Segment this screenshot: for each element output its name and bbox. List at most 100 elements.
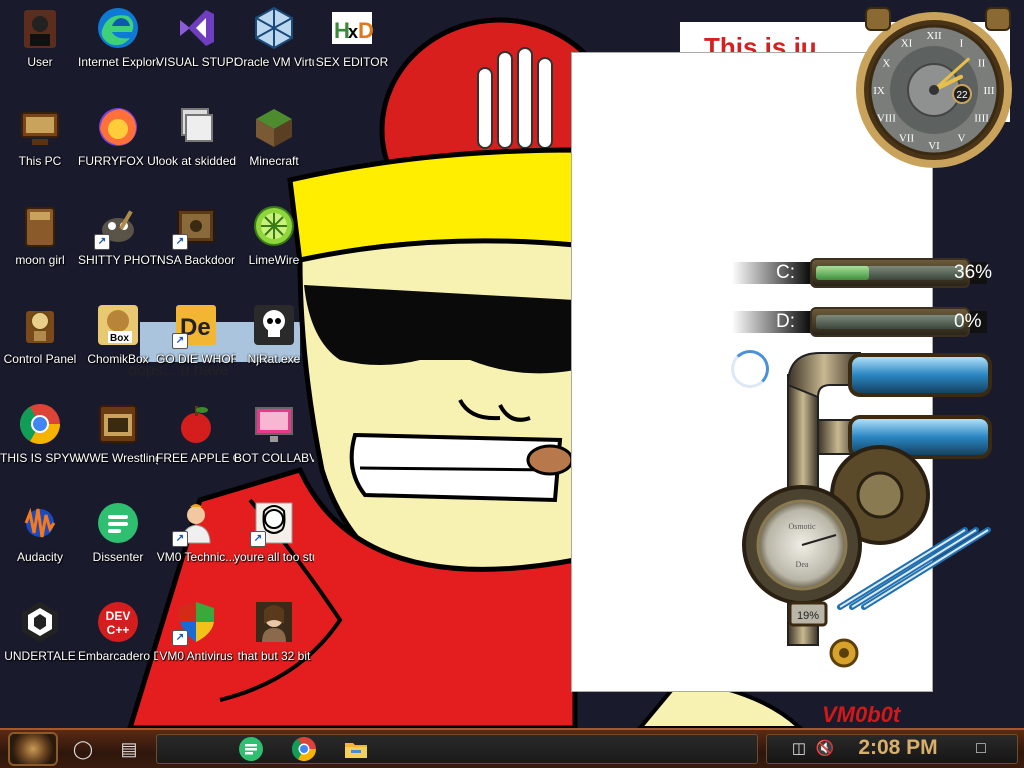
desktop-icon-label: SEX EDITOR: [315, 55, 389, 69]
desktop-icon-audacity[interactable]: Audacity: [0, 499, 80, 566]
clock-numeral: IX: [873, 85, 885, 97]
desktop-icon-limewire[interactable]: LimeWire: [234, 202, 314, 269]
clock-numeral: X: [882, 58, 890, 70]
desktop-icon-chrome[interactable]: THIS IS SPYWARE: [0, 400, 80, 467]
desktop-icon-folder-copy[interactable]: look at skidded c...: [156, 103, 236, 170]
desktop-icon-label: VM0 Technic...: [156, 550, 236, 564]
desktop-icon-label: NjRat.exe: [247, 352, 301, 366]
control-panel-icon: [16, 301, 64, 349]
desktop-icon-control-panel[interactable]: Control Panel: [0, 301, 80, 368]
folder-icon: [16, 202, 64, 250]
dissenter-taskbar-app[interactable]: [236, 734, 266, 764]
desktop[interactable]: This is ju oops... u have VM0b0t XII I I…: [0, 0, 1024, 728]
notification-icon[interactable]: □: [966, 734, 996, 764]
desktop-icon-wrestling-game[interactable]: WWE Wrestling: [78, 400, 158, 467]
desktop-icon-label: VM0 Antivirus: [159, 649, 233, 663]
clock-numeral: V: [958, 133, 966, 145]
desktop-icon-label: VISUAL STUPI...: [156, 55, 236, 69]
desktop-icon-edge-browser[interactable]: Internet Explorer: [78, 4, 158, 71]
desktop-icon-label: BOT COLLABVM...: [234, 451, 314, 465]
devcpp-icon: DEV C++: [94, 598, 142, 646]
task-view-icon[interactable]: ▤: [114, 734, 144, 764]
clock-numeral: XII: [926, 30, 942, 42]
desktop-icon-minecraft[interactable]: Minecraft: [234, 103, 314, 170]
desktop-icon-gimp[interactable]: ↗ SHITTY PHOTOSH...: [78, 202, 158, 269]
apple-icon: [172, 400, 220, 448]
svg-text:x: x: [348, 22, 358, 42]
backdoor-folder-icon: ↗: [172, 202, 220, 250]
clock-numeral: VI: [928, 140, 940, 152]
desktop-icon-label: Internet Explorer: [78, 55, 158, 69]
visual-studio-icon: [172, 4, 220, 52]
desktop-icon-apple[interactable]: FREE APPLE GIFT CAR...: [156, 400, 236, 467]
desktop-icon-backdoor-folder[interactable]: ↗ NSA Backdoor: [156, 202, 236, 269]
desktop-icon-label: UNDERTALE: [4, 649, 76, 663]
chrome-taskbar-app[interactable]: [289, 734, 319, 764]
desktop-icon-label: youre all too stupid to r...: [234, 550, 314, 564]
drive-c-fill: [816, 266, 869, 280]
gauge-dial-bottom-text: Dea: [796, 560, 809, 569]
volume-muted-icon[interactable]: 🔇: [810, 734, 840, 764]
start-button[interactable]: [8, 732, 58, 766]
virtualbox-icon: [250, 4, 298, 52]
folder-copy-icon: [172, 103, 220, 151]
desktop-icon-folder[interactable]: moon girl: [0, 202, 80, 269]
svg-text:DEV: DEV: [106, 609, 131, 623]
desktop-icon-monitor-app[interactable]: BOT COLLABVM...: [234, 400, 314, 467]
desktop-icon-label: Embarcadero Dev-C++: [78, 649, 158, 663]
desktop-icon-label: THIS IS SPYWARE: [0, 451, 80, 465]
portrait-icon: ↗: [250, 499, 298, 547]
clock-numeral: I: [960, 37, 964, 49]
desktop-icon-label: NSA Backdoor: [156, 253, 236, 267]
circle-search-icon[interactable]: ◯: [68, 734, 98, 764]
desktop-icon-label: SHITTY PHOTOSH...: [78, 253, 158, 267]
desktop-icon-label: Dissenter: [92, 550, 144, 564]
desktop-icon-label: WWE Wrestling: [78, 451, 158, 465]
clock-numeral: III: [984, 85, 995, 97]
computer-icon: [16, 103, 64, 151]
pipe-gauge-widget: Osmotic Dea 19%: [742, 352, 992, 668]
desktop-icon-visual-studio[interactable]: VISUAL STUPI...: [156, 4, 236, 71]
desktop-icon-skull[interactable]: NjRat.exe: [234, 301, 314, 368]
desktop-icon-user-folder[interactable]: User: [0, 4, 80, 71]
desktop-icon-label: Oracle VM VirtualBox: [234, 55, 314, 69]
desktop-icon-label: Audacity: [16, 550, 64, 564]
desktop-icon-label: FREE APPLE GIFT CAR...: [156, 451, 236, 465]
desktop-icon-portrait[interactable]: ↗ youre all too stupid to r...: [234, 499, 314, 566]
desktop-icon-devcpp[interactable]: DEVC++ Embarcadero Dev-C++: [78, 598, 158, 665]
desktop-icon-shield[interactable]: ↗ VM0 Antivirus: [156, 598, 236, 665]
shortcut-arrow-icon: ↗: [172, 333, 188, 349]
clock-widget[interactable]: XIIIIIIIIIIIIVVIVIIVIIIIXXXI 22: [852, 6, 1020, 172]
drive-c-label: C:: [776, 262, 795, 283]
desktop-icon-firefox[interactable]: FURRYFOX UWU: [78, 103, 158, 170]
desktop-icon-technician[interactable]: ↗ VM0 Technic...: [156, 499, 236, 566]
desktop-icon-label: ChomikBox: [87, 352, 149, 366]
clock-numeral: IIII: [974, 113, 989, 125]
audacity-icon: [16, 499, 64, 547]
shortcut-arrow-icon: ↗: [172, 234, 188, 250]
file-explorer-taskbar-app[interactable]: [341, 734, 371, 764]
desktop-icon-label: LimeWire: [248, 253, 300, 267]
painting-portrait-icon: [250, 598, 298, 646]
monitor-app-icon: [250, 400, 298, 448]
desktop-icon-painting-portrait[interactable]: that but 32 bit: [234, 598, 314, 665]
desktop-icon-virtualbox[interactable]: Oracle VM VirtualBox: [234, 4, 314, 71]
desktop-icon-label: User: [27, 55, 53, 69]
skull-icon: [250, 301, 298, 349]
dissenter-icon: [94, 499, 142, 547]
shortcut-arrow-icon: ↗: [172, 630, 188, 646]
desktop-icon-godie[interactable]: De↗ GO DIE WHORE: [156, 301, 236, 368]
desktop-icon-label: moon girl: [15, 253, 65, 267]
shortcut-arrow-icon: ↗: [94, 234, 110, 250]
svg-text:D: D: [358, 18, 374, 43]
desktop-icon-dissenter[interactable]: Dissenter: [78, 499, 158, 566]
desktop-icon-label: that but 32 bit: [237, 649, 311, 663]
clock-numeral: XI: [901, 37, 913, 49]
desktop-icon-computer[interactable]: This PC: [0, 103, 80, 170]
desktop-icon-chomikbox[interactable]: Box ChomikBox: [78, 301, 158, 368]
taskbar-clock[interactable]: 2:08 PM: [850, 735, 946, 761]
wrestling-game-icon: [94, 400, 142, 448]
desktop-icon-hxd-editor[interactable]: Hx D SEX EDITOR: [312, 4, 392, 71]
desktop-icon-unity[interactable]: UNDERTALE: [0, 598, 80, 665]
clock-numeral: VIII: [877, 113, 896, 125]
